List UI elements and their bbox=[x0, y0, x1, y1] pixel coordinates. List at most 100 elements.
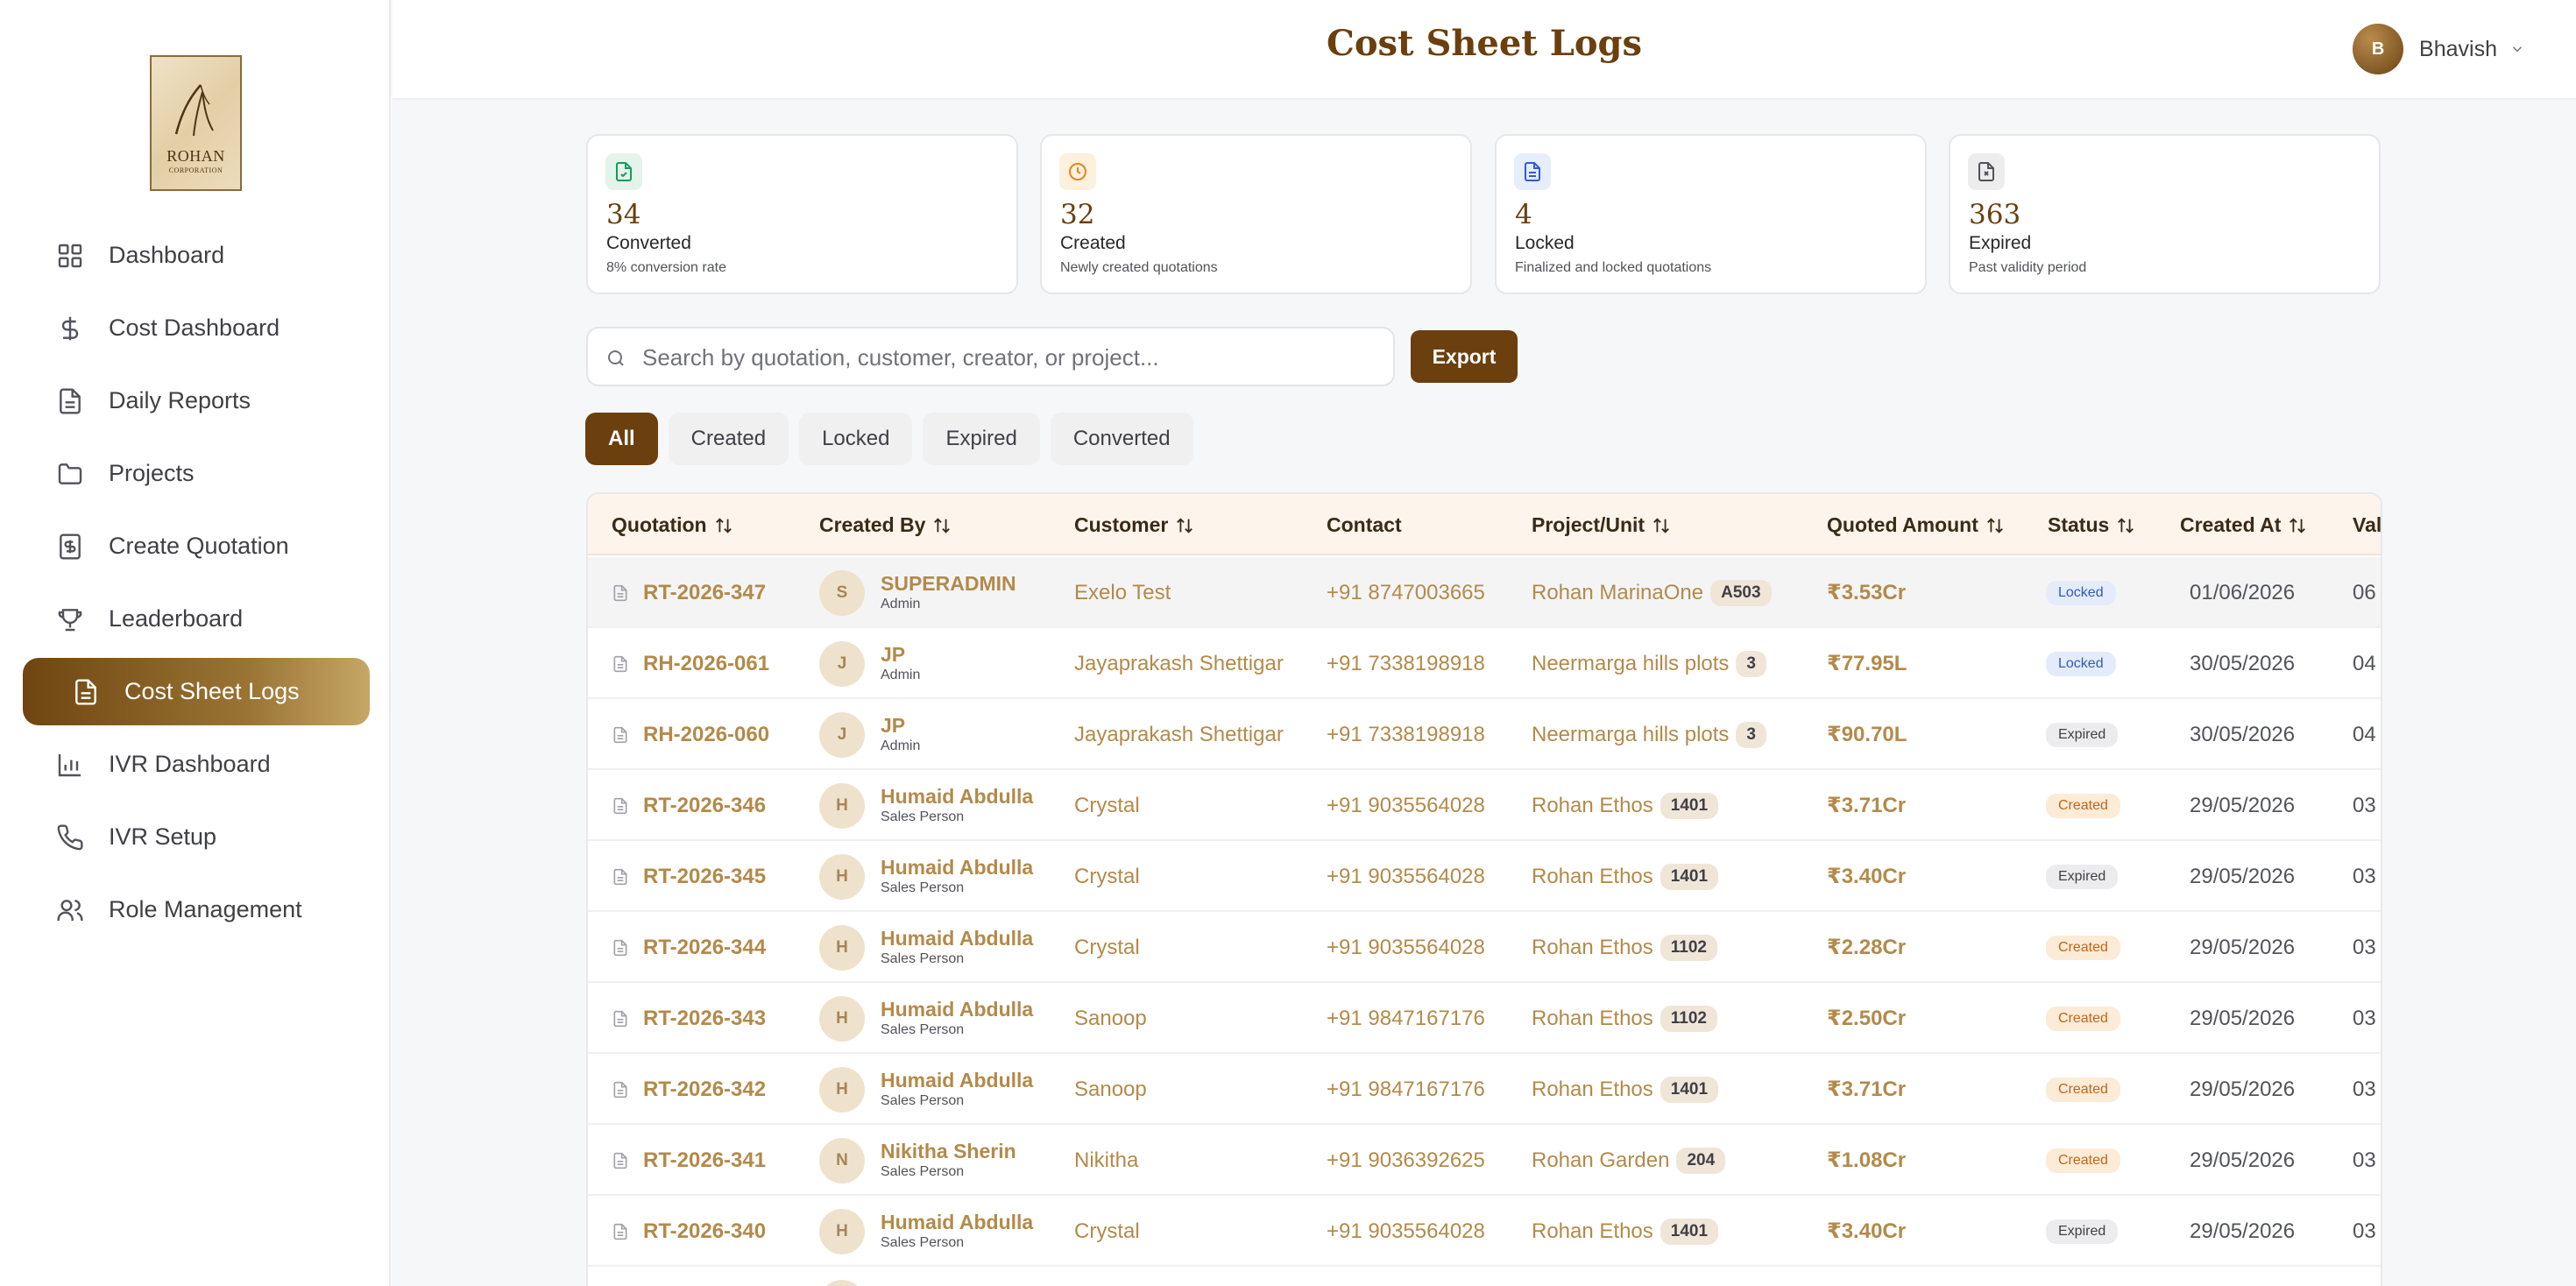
table-row[interactable]: RT-2026-346 H Humaid Abdulla Sales Person Cr… bbox=[588, 770, 2381, 841]
tab-converted[interactable]: Converted bbox=[1050, 413, 1193, 465]
status-badge: Created bbox=[2046, 935, 2120, 960]
table-row[interactable]: RT-2026-342 H Humaid Abdulla Sales Person Sa… bbox=[588, 1054, 2381, 1125]
project-name: Rohan Ethos bbox=[1532, 935, 1653, 959]
column-header-contact[interactable]: Contact bbox=[1327, 513, 1402, 537]
sidebar-item-ivr-setup[interactable]: IVR Setup bbox=[23, 803, 370, 871]
search-box bbox=[586, 327, 1395, 386]
stat-card-expired[interactable]: 363 Expired Past validity period bbox=[1949, 134, 2381, 294]
sidebar-item-cost-sheet-logs[interactable]: Cost Sheet Logs bbox=[23, 658, 370, 725]
tab-created[interactable]: Created bbox=[668, 413, 789, 465]
export-button[interactable]: Export bbox=[1411, 330, 1518, 383]
created-at: 29/05/2026 bbox=[2190, 864, 2296, 888]
column-header-valid[interactable]: Val bbox=[2353, 513, 2381, 537]
stat-card-created[interactable]: 32 Created Newly created quotations bbox=[1040, 134, 1472, 294]
sidebar-item-label: Leaderboard bbox=[109, 605, 244, 632]
receipt-icon bbox=[60, 533, 81, 560]
sidebar-item-label: Create Quotation bbox=[109, 533, 289, 559]
sidebar-item-leaderboard[interactable]: Leaderboard bbox=[23, 585, 370, 653]
sidebar-item-daily-reports[interactable]: Daily Reports bbox=[23, 367, 370, 435]
valid-until: 03 bbox=[2353, 935, 2376, 959]
quoted-amount: ₹3.53Cr bbox=[1827, 581, 1907, 604]
sidebar-item-ivr-dashboard[interactable]: IVR Dashboard bbox=[23, 731, 370, 798]
stat-subtext: Past validity period bbox=[1969, 260, 2087, 275]
status-badge: Created bbox=[2046, 1077, 2120, 1102]
quotation-link[interactable]: RT-2026-343 bbox=[612, 983, 766, 1054]
quotation-link[interactable]: RT-2026-340 bbox=[612, 1196, 766, 1267]
creator-name: Nikitha Sherin bbox=[881, 1140, 1016, 1162]
created-at: 29/05/2026 bbox=[2190, 1219, 2296, 1243]
quotation-link[interactable]: RH-2026-061 bbox=[612, 628, 769, 699]
table-row[interactable]: RT-2026-347 S SUPERADMIN Admin Exelo Test +91… bbox=[588, 557, 2381, 628]
stat-card-converted[interactable]: 34 Converted 8% conversion rate bbox=[586, 134, 1018, 294]
sort-icon bbox=[715, 517, 732, 533]
project-unit-cell: Rohan Ethos 1102 bbox=[1532, 912, 1717, 983]
creator-role: Admin bbox=[881, 597, 921, 611]
creator-name: JP bbox=[881, 714, 906, 737]
quotation-id: RH-2026-060 bbox=[643, 722, 770, 746]
search-input[interactable] bbox=[642, 339, 1378, 376]
sidebar-item-label: Dashboard bbox=[109, 242, 225, 268]
quotation-link[interactable]: RH-2026-060 bbox=[612, 699, 769, 770]
creator-cell: H Humaid Abdulla Sales Person bbox=[819, 841, 1033, 912]
creator-cell: J JP Admin bbox=[819, 699, 920, 770]
created-at: 30/05/2026 bbox=[2190, 651, 2296, 675]
creator-avatar: H bbox=[819, 782, 865, 829]
sidebar-item-projects[interactable]: Projects bbox=[23, 440, 370, 507]
status-cell: Expired bbox=[2046, 699, 2119, 770]
tab-expired[interactable]: Expired bbox=[923, 413, 1040, 465]
sidebar-item-cost-dashboard[interactable]: Cost Dashboard bbox=[23, 294, 370, 362]
creator-name: Humaid Abdulla bbox=[881, 1069, 1034, 1092]
column-header-quoted-amount[interactable]: Quoted Amount bbox=[1827, 513, 2005, 537]
quotation-id: RT-2026-343 bbox=[643, 1006, 767, 1030]
table-row[interactable]: RT-2026-340 H Humaid Abdulla Sales Person Cr… bbox=[588, 1196, 2381, 1267]
tab-locked[interactable]: Locked bbox=[799, 413, 913, 465]
column-header-created-by[interactable]: Created By bbox=[819, 513, 952, 537]
creator-cell: H Humaid Abdulla Sales Person bbox=[819, 1196, 1033, 1267]
column-header-project-unit[interactable]: Project/Unit bbox=[1532, 513, 1671, 537]
column-header-quotation[interactable]: Quotation bbox=[612, 513, 733, 537]
creator-cell: S SUPERADMIN Admin bbox=[819, 557, 1016, 628]
creator-avatar: J bbox=[819, 640, 865, 687]
table-row[interactable]: RH-2026-061 J JP Admin Jayaprakash Shettigar… bbox=[588, 628, 2381, 699]
valid-until: 03 bbox=[2353, 793, 2376, 817]
creator-name: JP bbox=[881, 643, 906, 666]
sidebar-item-create-quotation[interactable]: Create Quotation bbox=[23, 512, 370, 580]
table-row[interactable]: RT-2026-341 N Nikitha Sherin Sales Person Ni… bbox=[588, 1125, 2381, 1196]
creator-cell: J JP Admin bbox=[819, 628, 920, 699]
document-icon bbox=[60, 387, 81, 414]
contact-number: +91 9035564028 bbox=[1327, 935, 1485, 959]
column-header-customer[interactable]: Customer bbox=[1074, 513, 1194, 537]
column-header-created-at[interactable]: Created At bbox=[2180, 513, 2307, 537]
quotation-link[interactable]: RT-2026-345 bbox=[612, 841, 766, 912]
stat-card-locked[interactable]: 4 Locked Finalized and locked quotations bbox=[1495, 134, 1927, 294]
chevron-down-icon bbox=[2512, 46, 2523, 53]
sidebar-item-dashboard[interactable]: Dashboard bbox=[23, 222, 370, 289]
quotation-link[interactable]: RT-2026-344 bbox=[612, 912, 766, 983]
table-row[interactable]: RH-2026-060 J JP Admin Jayaprakash Shettigar… bbox=[588, 699, 2381, 770]
status-badge: Created bbox=[2046, 1006, 2120, 1031]
quotation-link[interactable]: RT-2026-347 bbox=[612, 557, 766, 628]
valid-until: 03 bbox=[2353, 1219, 2376, 1243]
tab-all[interactable]: All bbox=[585, 413, 658, 465]
table-row[interactable]: RT-2026-345 H Humaid Abdulla Sales Person Cr… bbox=[588, 841, 2381, 912]
document-icon bbox=[613, 1010, 627, 1027]
quoted-amount: ₹3.40Cr bbox=[1827, 865, 1907, 888]
quotation-link[interactable]: RT-2026-341 bbox=[612, 1125, 766, 1196]
sidebar-item-role-management[interactable]: Role Management bbox=[23, 876, 370, 943]
file-check-icon bbox=[616, 162, 632, 181]
rohan-logo[interactable]: ROHAN CORPORATION bbox=[150, 55, 242, 191]
quotation-link[interactable]: RT-2026-342 bbox=[612, 1054, 766, 1125]
status-badge: Expired bbox=[2046, 864, 2119, 889]
logo-mark-icon bbox=[174, 84, 214, 137]
contact-number: +91 9035564028 bbox=[1327, 864, 1485, 888]
user-menu[interactable]: B Bhavish bbox=[2353, 23, 2525, 75]
document-icon bbox=[613, 1152, 627, 1169]
stat-value: 32 bbox=[1060, 199, 1095, 230]
table-row[interactable]: RT-2026-343 H Humaid Abdulla Sales Person Sa… bbox=[588, 983, 2381, 1054]
document-icon bbox=[613, 1081, 627, 1098]
status-badge: Locked bbox=[2046, 651, 2116, 676]
quotation-link[interactable]: RT-2026-346 bbox=[612, 770, 766, 841]
column-header-status[interactable]: Status bbox=[2048, 513, 2135, 537]
table-row[interactable]: RT-2026-344 H Humaid Abdulla Sales Person Cr… bbox=[588, 912, 2381, 983]
status-badge: Expired bbox=[2046, 1219, 2119, 1244]
